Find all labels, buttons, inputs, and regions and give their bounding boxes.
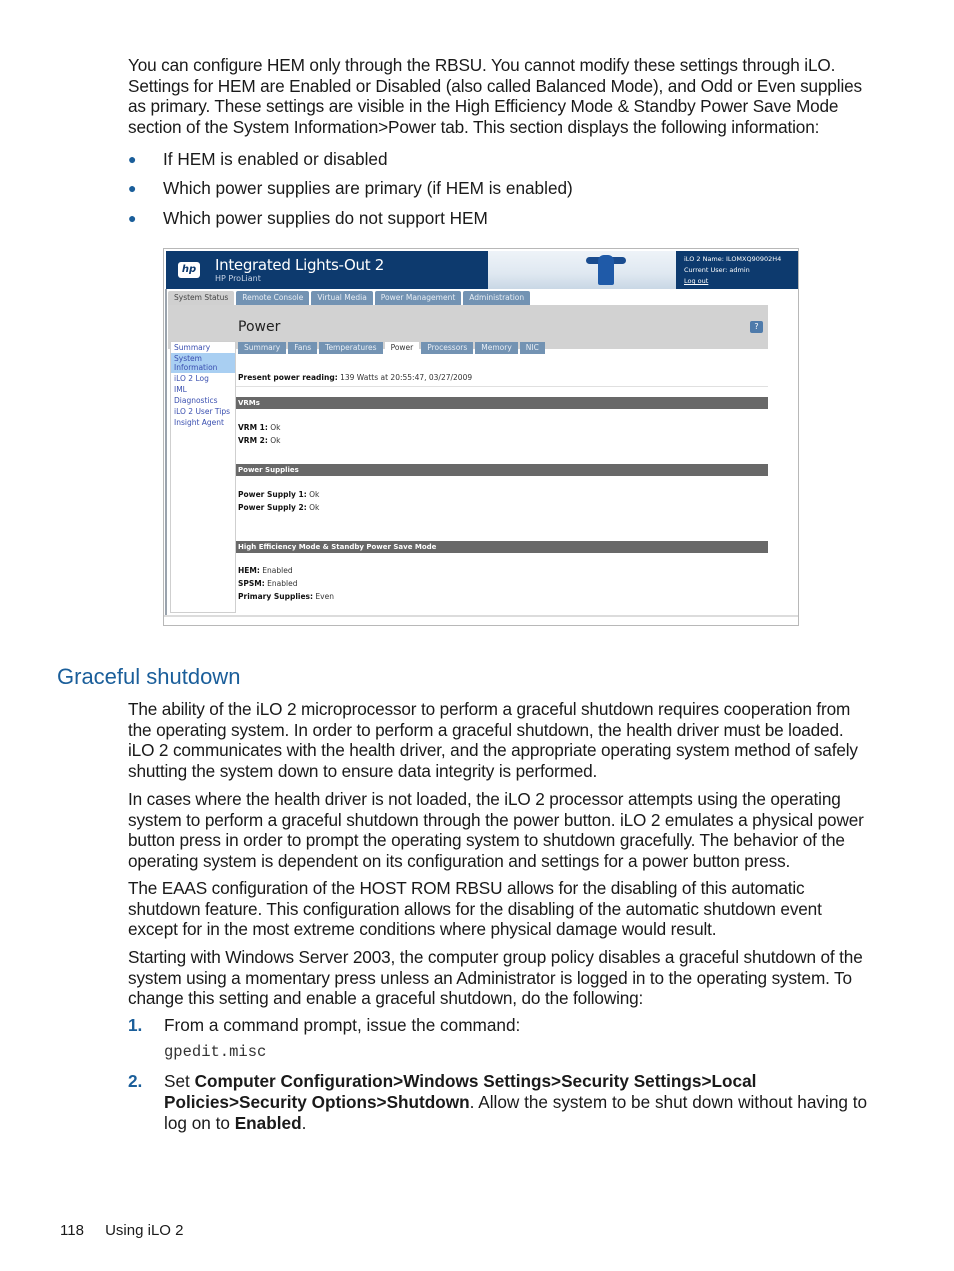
ilo-banner: hp Integrated Lights-Out 2 HP ProLiant i… (166, 251, 798, 289)
sidebar-item-ilo2-log[interactable]: iLO 2 Log (171, 373, 235, 384)
telescope-body-icon (598, 255, 614, 285)
sidebar-item-system-information[interactable]: System Information (171, 353, 235, 373)
row-label: SPSM: (238, 579, 265, 588)
logout-link[interactable]: Log out (684, 276, 781, 287)
step-text: From a command prompt, issue the command… (164, 1015, 521, 1035)
power-supply-row: Power Supply 2: Ok (238, 503, 319, 512)
page-number: 118 (60, 1222, 84, 1239)
frame-rule (165, 289, 167, 615)
tab-remote-console[interactable]: Remote Console (236, 291, 310, 305)
vrm-row: VRM 2: Ok (238, 436, 281, 445)
step-number: 1. (128, 1015, 143, 1035)
bullet-icon: ● (128, 210, 137, 226)
section-heading: Graceful shutdown (57, 664, 241, 689)
subtab-nic[interactable]: NIC (519, 342, 545, 354)
page-footer: 118 Using iLO 2 (60, 1222, 183, 1239)
row-value: Even (315, 592, 334, 601)
step-number: 2. (128, 1071, 143, 1091)
body-paragraph: Starting with Windows Server 2003, the c… (128, 947, 863, 1009)
step-prefix: Set (164, 1071, 195, 1091)
subtab-memory[interactable]: Memory (475, 342, 518, 354)
command-code: gpedit.misc (164, 1043, 267, 1061)
row-value: Ok (270, 423, 281, 432)
spsm-row: SPSM: Enabled (238, 579, 297, 588)
subtab-summary[interactable]: Summary (238, 342, 287, 354)
bullet-text: If HEM is enabled or disabled (163, 149, 388, 169)
main-tabs: System Status Remote Console Virtual Med… (168, 291, 531, 305)
ilo-screenshot-figure: hp Integrated Lights-Out 2 HP ProLiant i… (163, 248, 799, 626)
tab-power-management[interactable]: Power Management (374, 291, 462, 305)
sidebar-item-summary[interactable]: Summary (171, 342, 235, 353)
body-paragraph: In cases where the health driver is not … (128, 789, 864, 871)
intro-paragraph: You can configure HEM only through the R… (128, 55, 862, 137)
power-reading-label: Present power reading: (238, 373, 338, 382)
enabled-value: Enabled (234, 1113, 302, 1133)
tab-system-status[interactable]: System Status (168, 291, 235, 305)
step-text: Set Computer Configuration>Windows Setti… (164, 1071, 874, 1134)
sidebar-item-diagnostics[interactable]: Diagnostics (171, 395, 235, 406)
section-header-hem: High Efficiency Mode & Standby Power Sav… (236, 541, 768, 553)
hp-logo-icon: hp (178, 262, 200, 278)
subtab-fans[interactable]: Fans (288, 342, 318, 354)
page-title: Power (238, 319, 281, 335)
current-user: Current User: admin (684, 266, 750, 274)
row-value: Ok (309, 503, 320, 512)
sub-tabs: Summary Fans Temperatures Power Processo… (238, 342, 545, 354)
sidebar-item-user-tips[interactable]: iLO 2 User Tips (171, 406, 235, 417)
sidebar-item-iml[interactable]: IML (171, 384, 235, 395)
hem-row: HEM: Enabled (238, 566, 293, 575)
subtab-temperatures[interactable]: Temperatures (319, 342, 383, 354)
bullet-icon: ● (128, 151, 137, 167)
row-label: VRM 2: (238, 436, 268, 445)
frame-bottom (164, 615, 798, 617)
banner-photo (488, 251, 676, 289)
row-value: Enabled (262, 566, 293, 575)
power-reading: Present power reading: 139 Watts at 20:5… (238, 373, 472, 382)
power-reading-value: 139 Watts at 20:55:47, 03/27/2009 (340, 373, 473, 382)
section-header-vrms: VRMs (236, 397, 768, 409)
row-label: HEM: (238, 566, 260, 575)
row-label: VRM 1: (238, 423, 268, 432)
row-value: Enabled (267, 579, 298, 588)
body-paragraph: The EAAS configuration of the HOST ROM R… (128, 878, 822, 940)
body-paragraph: The ability of the iLO 2 microprocessor … (128, 699, 858, 781)
help-icon[interactable]: ? (750, 321, 763, 333)
vrm-row: VRM 1: Ok (238, 423, 281, 432)
chapter-title: Using iLO 2 (105, 1222, 184, 1239)
ilo-name: iLO 2 Name: ILOMXQ90902H4 (684, 255, 782, 263)
primary-supplies-row: Primary Supplies: Even (238, 592, 334, 601)
bullet-text: Which power supplies do not support HEM (163, 208, 488, 228)
subtab-power[interactable]: Power (384, 342, 420, 354)
row-label: Power Supply 2: (238, 503, 307, 512)
product-subtitle: HP ProLiant (215, 274, 261, 283)
section-header-power-supplies: Power Supplies (236, 464, 768, 476)
sidebar-item-insight-agent[interactable]: Insight Agent (171, 417, 235, 428)
sidebar: Summary System Information iLO 2 Log IML… (170, 341, 236, 613)
row-value: Ok (309, 490, 320, 499)
subtab-processors[interactable]: Processors (421, 342, 474, 354)
row-value: Ok (270, 436, 281, 445)
bullet-text: Which power supplies are primary (if HEM… (163, 178, 573, 198)
divider (236, 386, 768, 387)
tab-administration[interactable]: Administration (463, 291, 531, 305)
step-suffix: . (301, 1113, 307, 1133)
bullet-icon: ● (128, 180, 137, 196)
tab-virtual-media[interactable]: Virtual Media (311, 291, 373, 305)
product-title: Integrated Lights-Out 2 (215, 256, 385, 274)
session-info: iLO 2 Name: ILOMXQ90902H4 Current User: … (684, 254, 781, 287)
power-supply-row: Power Supply 1: Ok (238, 490, 319, 499)
row-label: Primary Supplies: (238, 592, 314, 601)
row-label: Power Supply 1: (238, 490, 307, 499)
